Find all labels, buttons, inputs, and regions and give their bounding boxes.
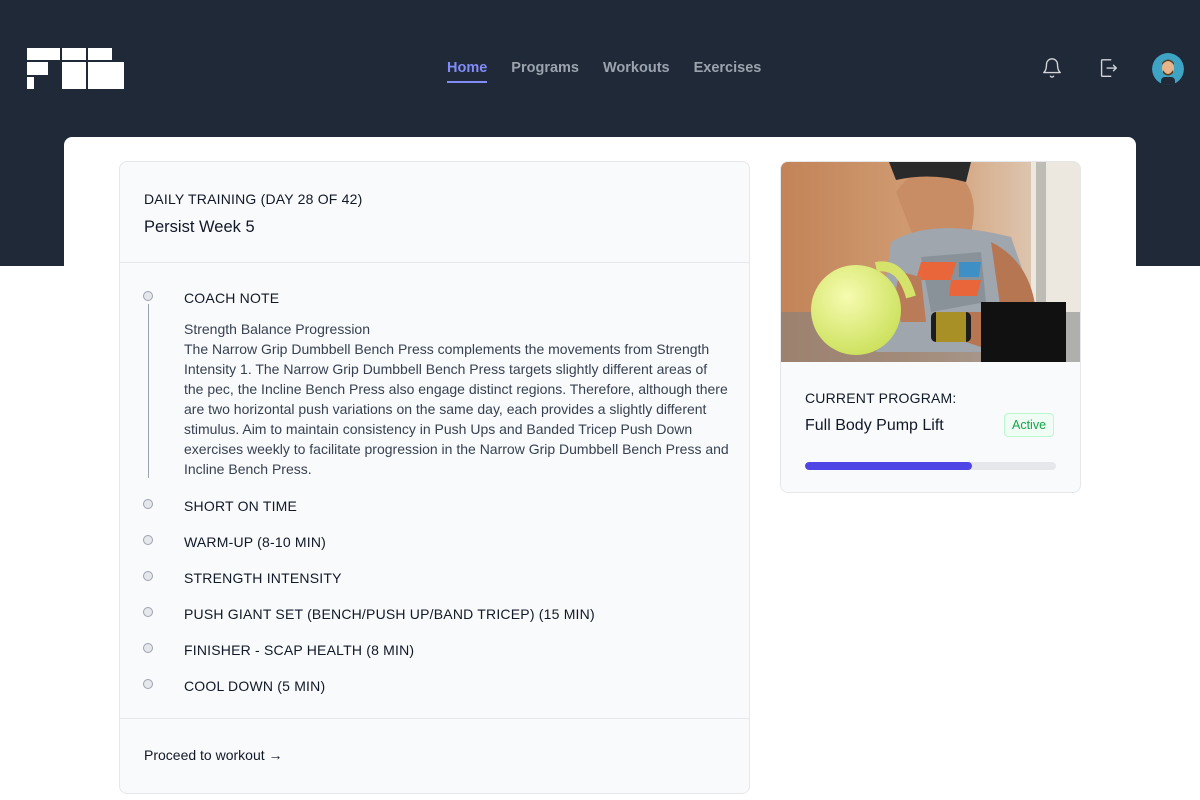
section-push-giant-set[interactable]: PUSH GIANT SET (BENCH/PUSH UP/BAND TRICE…: [184, 606, 595, 622]
nav-workouts[interactable]: Workouts: [603, 59, 670, 83]
program-progress-fill: [805, 462, 973, 470]
app-header: Home Programs Workouts Exercises: [0, 0, 1200, 137]
section-cool-down[interactable]: COOL DOWN (5 MIN): [184, 678, 325, 694]
section-strength-intensity[interactable]: STRENGTH INTENSITY: [184, 570, 342, 586]
training-card-header: DAILY TRAINING (DAY 28 OF 42) Persist We…: [120, 162, 749, 263]
coach-note-body: The Narrow Grip Dumbbell Bench Press com…: [184, 341, 729, 477]
main-nav: Home Programs Workouts Exercises: [447, 59, 761, 83]
timeline-dot: [143, 643, 153, 653]
proceed-to-workout-link[interactable]: Proceed to workout →: [144, 747, 283, 763]
current-program-card: CURRENT PROGRAM: Full Body Pump Lift Act…: [780, 161, 1081, 493]
avatar-icon: [1152, 53, 1184, 85]
logout-icon[interactable]: [1097, 57, 1119, 79]
training-title: Persist Week 5: [144, 218, 255, 236]
timeline-line: [148, 304, 149, 478]
nav-programs[interactable]: Programs: [511, 59, 579, 83]
user-avatar[interactable]: [1152, 53, 1184, 85]
coach-note-content: Strength Balance Progression The Narrow …: [184, 319, 729, 479]
timeline-dot: [143, 679, 153, 689]
timeline-dot: [143, 499, 153, 509]
current-program-label: CURRENT PROGRAM:: [805, 390, 957, 406]
timeline-dot: [143, 535, 153, 545]
coach-note-title: Strength Balance Progression: [184, 321, 370, 337]
nav-home[interactable]: Home: [447, 59, 488, 83]
section-short-on-time[interactable]: SHORT ON TIME: [184, 498, 297, 514]
bell-icon[interactable]: [1041, 57, 1063, 79]
nav-exercises[interactable]: Exercises: [694, 59, 762, 83]
timeline-dot: [143, 607, 153, 617]
program-progress-bar: [805, 462, 1056, 470]
program-title: Full Body Pump Lift: [805, 417, 944, 434]
training-day-label: DAILY TRAINING (DAY 28 OF 42): [144, 191, 363, 207]
timeline-dot: [143, 291, 153, 301]
logo-icon[interactable]: [27, 48, 124, 89]
daily-training-card: DAILY TRAINING (DAY 28 OF 42) Persist We…: [119, 161, 750, 794]
program-image: [781, 162, 1080, 362]
section-coach-note[interactable]: COACH NOTE: [184, 290, 279, 306]
status-badge: Active: [1004, 413, 1055, 437]
section-finisher[interactable]: FINISHER - SCAP HEALTH (8 MIN): [184, 642, 414, 658]
training-card-footer: Proceed to workout →: [120, 718, 749, 793]
timeline-dot: [143, 571, 153, 581]
section-warm-up[interactable]: WARM-UP (8-10 MIN): [184, 534, 326, 550]
